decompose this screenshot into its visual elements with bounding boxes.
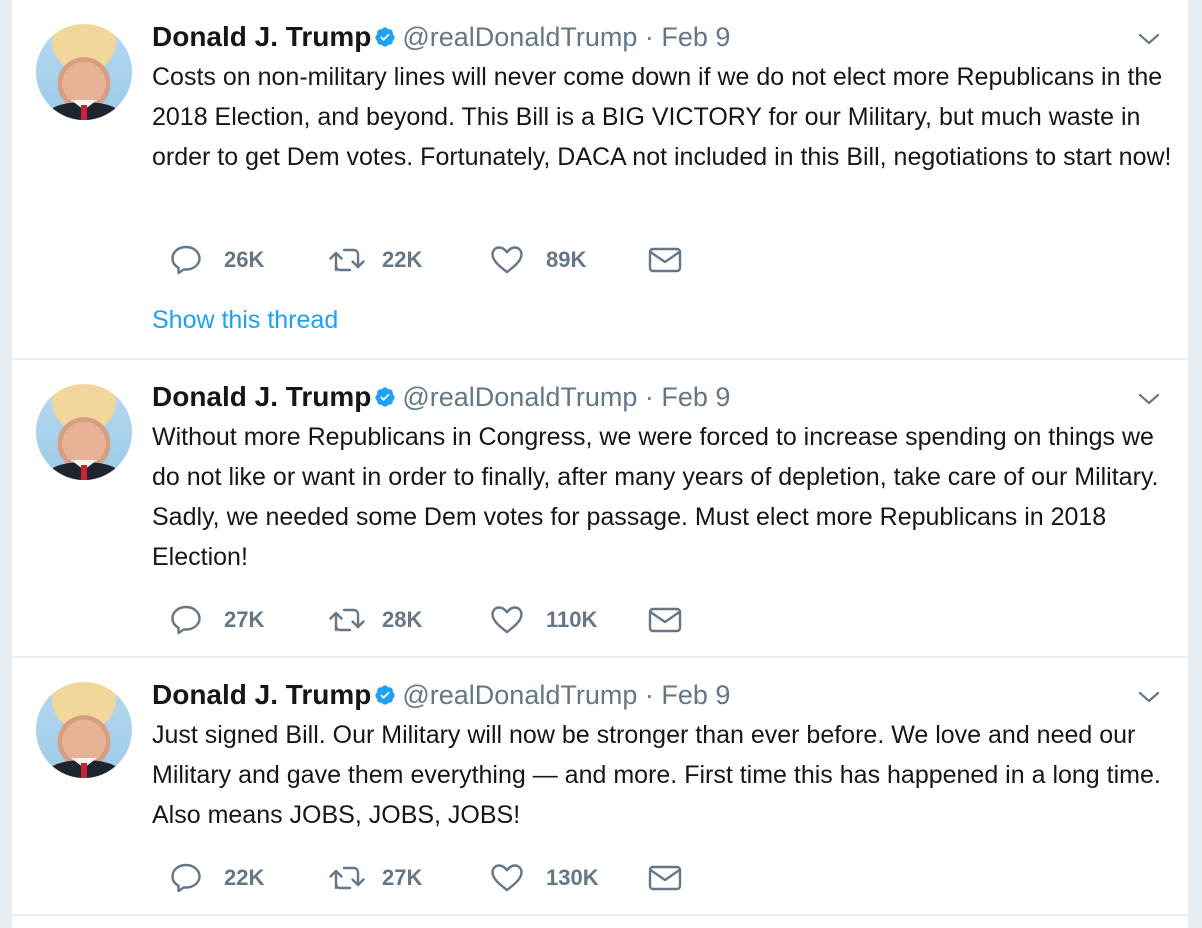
user-handle[interactable]: @realDonaldTrump bbox=[402, 382, 637, 412]
tweet-date[interactable]: Feb 9 bbox=[661, 382, 730, 412]
retweet-icon bbox=[329, 248, 365, 272]
tweet-actions: 26K 22K 89K bbox=[158, 240, 758, 280]
tweet-text: Just signed Bill. Our Military will now … bbox=[152, 721, 1161, 829]
envelope-icon bbox=[648, 607, 682, 633]
tweet-date[interactable]: Feb 9 bbox=[661, 22, 730, 52]
tweet-text: Without more Republicans in Congress, we… bbox=[152, 423, 1159, 571]
reply-button[interactable]: 27K bbox=[170, 600, 264, 640]
heart-icon bbox=[491, 864, 523, 892]
retweet-button[interactable]: 27K bbox=[328, 858, 422, 898]
verified-badge-icon bbox=[375, 387, 395, 407]
separator: · bbox=[644, 680, 654, 710]
retweet-button[interactable]: 28K bbox=[328, 600, 422, 640]
direct-message-button[interactable] bbox=[648, 240, 682, 280]
like-count: 89K bbox=[546, 247, 587, 272]
like-button[interactable]: 110K bbox=[490, 600, 597, 640]
separator: · bbox=[644, 382, 654, 412]
tweet-actions: 22K 27K 130K bbox=[158, 858, 758, 898]
verified-badge-icon bbox=[375, 685, 395, 705]
chevron-down-icon[interactable] bbox=[1138, 388, 1160, 410]
reply-icon bbox=[171, 605, 201, 635]
tweet[interactable]: Donald J. Trump @realDonaldTrump · Feb 9 … bbox=[12, 360, 1188, 658]
chevron-down-icon[interactable] bbox=[1138, 686, 1160, 708]
tweet-header: Donald J. Trump @realDonaldTrump · Feb 9 bbox=[152, 380, 1188, 414]
heart-icon bbox=[491, 606, 523, 634]
timeline: Donald J. Trump @realDonaldTrump · Feb 9 … bbox=[12, 0, 1188, 928]
tweet-header: Donald J. Trump @realDonaldTrump · Feb 9 bbox=[152, 678, 1188, 712]
retweet-button[interactable]: 22K bbox=[328, 240, 422, 280]
user-name[interactable]: Donald J. Trump bbox=[152, 381, 371, 412]
reply-button[interactable]: 22K bbox=[170, 858, 264, 898]
reply-icon bbox=[171, 245, 201, 275]
chevron-down-icon[interactable] bbox=[1138, 28, 1160, 50]
tweet-date[interactable]: Feb 9 bbox=[661, 680, 730, 710]
retweet-icon bbox=[329, 866, 365, 890]
verified-badge-icon bbox=[375, 27, 395, 47]
like-button[interactable]: 89K bbox=[490, 240, 586, 280]
like-count: 110K bbox=[546, 607, 598, 632]
retweet-count: 28K bbox=[382, 607, 423, 632]
like-count: 130K bbox=[546, 865, 599, 890]
reply-count: 22K bbox=[224, 865, 265, 890]
reply-count: 27K bbox=[224, 607, 265, 632]
avatar[interactable] bbox=[36, 24, 132, 120]
avatar[interactable] bbox=[36, 682, 132, 778]
retweet-icon bbox=[329, 608, 365, 632]
user-name[interactable]: Donald J. Trump bbox=[152, 21, 371, 52]
separator: · bbox=[644, 22, 654, 52]
reply-count: 26K bbox=[224, 247, 265, 272]
envelope-icon bbox=[648, 865, 682, 891]
avatar[interactable] bbox=[36, 384, 132, 480]
tweet-header: Donald J. Trump @realDonaldTrump · Feb 9 bbox=[152, 20, 1188, 54]
user-handle[interactable]: @realDonaldTrump bbox=[402, 22, 637, 52]
show-thread-link[interactable]: Show this thread bbox=[152, 303, 338, 337]
heart-icon bbox=[491, 246, 523, 274]
retweet-count: 22K bbox=[382, 247, 423, 272]
user-name[interactable]: Donald J. Trump bbox=[152, 679, 371, 710]
tweet[interactable]: Donald J. Trump @realDonaldTrump · Feb 9 … bbox=[12, 0, 1188, 360]
retweet-count: 27K bbox=[382, 865, 423, 890]
like-button[interactable]: 130K bbox=[490, 858, 599, 898]
reply-button[interactable]: 26K bbox=[170, 240, 264, 280]
direct-message-button[interactable] bbox=[648, 600, 682, 640]
direct-message-button[interactable] bbox=[648, 858, 682, 898]
envelope-icon bbox=[648, 247, 682, 273]
user-handle[interactable]: @realDonaldTrump bbox=[402, 680, 637, 710]
tweet-text: Costs on non-military lines will never c… bbox=[152, 63, 1172, 171]
reply-icon bbox=[171, 863, 201, 893]
tweet[interactable]: Donald J. Trump @realDonaldTrump · Feb 9 … bbox=[12, 658, 1188, 916]
tweet-actions: 27K 28K 110K bbox=[158, 600, 758, 640]
